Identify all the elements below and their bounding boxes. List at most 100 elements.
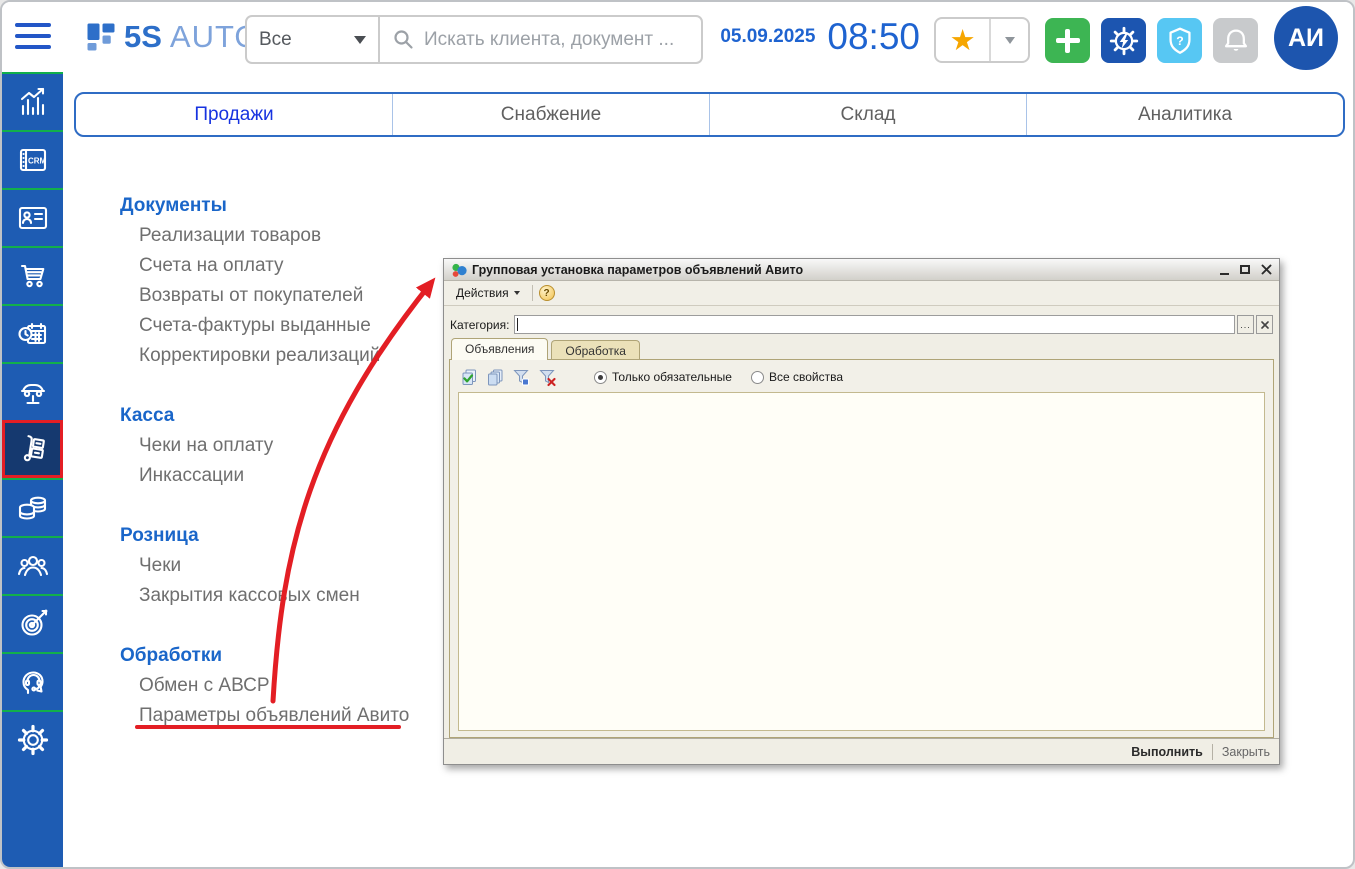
dialog-menubar: Действия ? bbox=[444, 281, 1279, 306]
tab-analytics[interactable]: Аналитика bbox=[1026, 94, 1343, 135]
tab-label: Аналитика bbox=[1138, 104, 1232, 126]
close-dialog-button[interactable]: Закрыть bbox=[1222, 745, 1270, 759]
gear-lightning-icon bbox=[1107, 24, 1141, 58]
plus-icon bbox=[1065, 29, 1070, 53]
tab-obrabotka[interactable]: Обработка bbox=[551, 340, 640, 360]
add-new-button[interactable] bbox=[1045, 18, 1090, 63]
global-search: Все bbox=[245, 15, 703, 64]
menu-item-cheki[interactable]: Чеки bbox=[120, 551, 409, 581]
set-filter-icon[interactable] bbox=[510, 367, 531, 388]
actions-label: Действия bbox=[456, 286, 509, 300]
properties-list[interactable] bbox=[458, 392, 1265, 731]
copy-pages-icon[interactable] bbox=[484, 367, 505, 388]
menu-section-title: Документы bbox=[120, 191, 409, 221]
maximize-icon[interactable] bbox=[1240, 265, 1250, 274]
category-row: Категория: ... bbox=[444, 306, 1279, 336]
svg-text:?: ? bbox=[1176, 33, 1184, 47]
tab-label: Снабжение bbox=[501, 104, 601, 126]
menu-item-korrektirovki[interactable]: Корректировки реализаций bbox=[120, 341, 409, 371]
window-controls bbox=[1220, 264, 1272, 275]
menu-item-zakrytia-smen[interactable]: Закрытия кассовых смен bbox=[120, 581, 409, 611]
sidebar-item-schedule[interactable] bbox=[2, 304, 63, 362]
tab-supply[interactable]: Снабжение bbox=[392, 94, 709, 135]
svg-text:CRM: CRM bbox=[28, 157, 47, 166]
clear-filter-icon[interactable] bbox=[536, 367, 557, 388]
search-scope-value: Все bbox=[259, 29, 292, 51]
sidebar-item-targets[interactable] bbox=[2, 594, 63, 652]
menu-section-documents: Документы Реализации товаров Счета на оп… bbox=[120, 191, 409, 371]
sales-menu: Документы Реализации товаров Счета на оп… bbox=[120, 191, 409, 761]
minimize-icon[interactable] bbox=[1220, 273, 1229, 275]
logo-text-bold: 5S bbox=[124, 19, 162, 55]
search-input[interactable] bbox=[424, 29, 688, 51]
tab-label: Продажи bbox=[194, 104, 273, 126]
sidebar-item-analytics[interactable] bbox=[2, 72, 63, 130]
sidebar-item-support[interactable] bbox=[2, 652, 63, 710]
avito-params-dialog: Групповая установка параметров объявлени… bbox=[443, 258, 1280, 765]
menu-section-title: Обработки bbox=[120, 641, 409, 671]
contacts-icon bbox=[15, 200, 51, 236]
radio-required-only[interactable]: Только обязательные bbox=[594, 370, 732, 384]
current-date: 05.09.2025 bbox=[720, 26, 815, 48]
hamburger-menu-icon[interactable] bbox=[15, 23, 51, 49]
dialog-tab-panel: Только обязательные Все свойства bbox=[449, 359, 1274, 738]
toolbar-separator bbox=[532, 285, 533, 301]
datetime: 05.09.2025 08:50 bbox=[720, 2, 920, 72]
sidebar-item-shipments[interactable] bbox=[2, 420, 63, 478]
sidebar-item-crm[interactable]: CRM bbox=[2, 130, 63, 188]
dialog-footer: Выполнить Закрыть bbox=[444, 738, 1279, 764]
check-all-icon[interactable] bbox=[458, 367, 479, 388]
team-icon bbox=[15, 548, 51, 584]
tab-obyavleniya[interactable]: Объявления bbox=[451, 338, 548, 360]
star-icon[interactable]: ★ bbox=[936, 19, 991, 61]
menu-item-vozvraty[interactable]: Возвраты от покупателей bbox=[120, 281, 409, 311]
radio-dot-icon bbox=[751, 371, 764, 384]
finance-coins-icon bbox=[15, 490, 51, 526]
menu-item-scheta[interactable]: Счета на оплату bbox=[120, 251, 409, 281]
search-scope-dropdown[interactable]: Все bbox=[247, 17, 380, 62]
favorites-dropdown[interactable] bbox=[991, 19, 1028, 61]
category-input[interactable] bbox=[514, 315, 1235, 334]
radio-all-properties[interactable]: Все свойства bbox=[751, 370, 843, 384]
car-service-icon bbox=[15, 374, 51, 410]
sidebar-item-contacts[interactable] bbox=[2, 188, 63, 246]
menu-section-title: Розница bbox=[120, 521, 409, 551]
sidebar-item-car-service[interactable] bbox=[2, 362, 63, 420]
sidebar-item-orders[interactable] bbox=[2, 246, 63, 304]
menu-item-inkassacii[interactable]: Инкассации bbox=[120, 461, 409, 491]
menu-item-scheta-faktury[interactable]: Счета-фактуры выданные bbox=[120, 311, 409, 341]
favorites-split-button: ★ bbox=[934, 17, 1030, 63]
menu-item-obmen-avsr[interactable]: Обмен с АВСР bbox=[120, 671, 409, 701]
category-clear-button[interactable] bbox=[1256, 315, 1273, 334]
dialog-titlebar[interactable]: Групповая установка параметров объявлени… bbox=[444, 259, 1279, 281]
menu-item-cheki-oplata[interactable]: Чеки на оплату bbox=[120, 431, 409, 461]
category-select-button[interactable]: ... bbox=[1237, 315, 1254, 334]
close-icon[interactable] bbox=[1261, 264, 1272, 275]
execute-button[interactable]: Выполнить bbox=[1131, 745, 1203, 759]
sidebar-item-team[interactable] bbox=[2, 536, 63, 594]
app-root: 5SAUTO Все 05.09.2025 08:50 ★ bbox=[0, 0, 1355, 869]
actions-menu[interactable]: Действия bbox=[450, 284, 526, 302]
tab-sales[interactable]: Продажи bbox=[76, 94, 392, 135]
schedule-icon bbox=[15, 316, 51, 352]
cart-icon bbox=[15, 258, 51, 294]
sidebar: CRM bbox=[2, 72, 63, 867]
menu-item-parametry-avito[interactable]: Параметры объявлений Авито bbox=[120, 701, 409, 731]
quick-settings-button[interactable] bbox=[1101, 18, 1146, 63]
help-icon[interactable]: ? bbox=[539, 285, 555, 301]
menu-section-roznica: Розница Чеки Закрытия кассовых смен bbox=[120, 521, 409, 611]
notifications-button[interactable] bbox=[1213, 18, 1258, 63]
help-button[interactable]: ? bbox=[1157, 18, 1202, 63]
sidebar-item-finance[interactable] bbox=[2, 478, 63, 536]
menu-item-realizacii[interactable]: Реализации товаров bbox=[120, 221, 409, 251]
app-logo[interactable]: 5SAUTO bbox=[86, 2, 259, 72]
search-field-wrap bbox=[380, 29, 701, 51]
user-avatar[interactable]: АИ bbox=[1274, 6, 1338, 70]
support-icon bbox=[15, 664, 51, 700]
chevron-down-icon bbox=[354, 36, 366, 44]
tab-warehouse[interactable]: Склад bbox=[709, 94, 1026, 135]
processing-icon bbox=[451, 262, 467, 278]
menu-section-obrabotki: Обработки Обмен с АВСР Параметры объявле… bbox=[120, 641, 409, 731]
menu-section-kassa: Касса Чеки на оплату Инкассации bbox=[120, 401, 409, 491]
sidebar-item-settings[interactable] bbox=[2, 710, 63, 768]
